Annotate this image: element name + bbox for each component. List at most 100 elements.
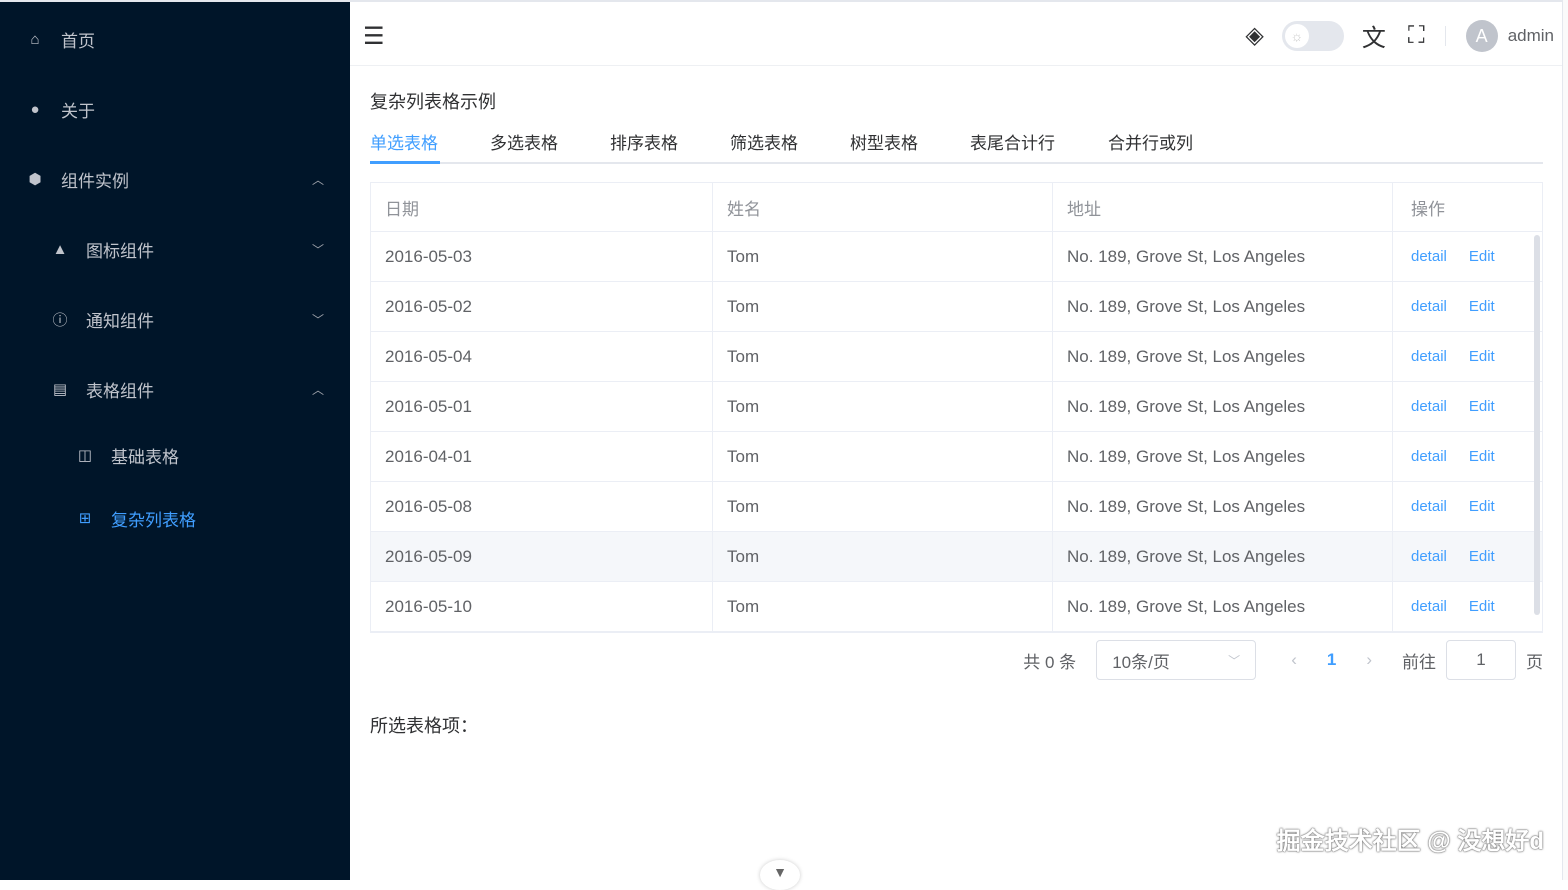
dark-mode-toggle[interactable]: ☼ xyxy=(1281,20,1344,51)
table-scrollbar[interactable] xyxy=(1534,235,1540,615)
fullscreen-icon[interactable]: ⛶ xyxy=(1408,22,1425,50)
detail-link[interactable]: detail xyxy=(1411,248,1447,265)
next-page-button[interactable]: › xyxy=(1366,650,1372,670)
sidebar-item-complex-table[interactable]: ⊞ 复杂列表格 xyxy=(0,498,350,538)
username[interactable]: admin xyxy=(1508,26,1554,46)
table-icon: ▤ xyxy=(52,381,68,398)
cell-address: No. 189, Grove St, Los Angeles xyxy=(1053,582,1393,631)
edit-link[interactable]: Edit xyxy=(1469,448,1495,465)
column-address: 地址 xyxy=(1053,183,1393,231)
detail-link[interactable]: detail xyxy=(1411,348,1447,365)
chevron-up-icon: ︿ xyxy=(311,172,324,187)
tab-bar: 单选表格 多选表格 排序表格 筛选表格 树型表格 表尾合计行 合并行或列 xyxy=(370,126,1543,164)
cell-name: Tom xyxy=(713,432,1053,481)
cell-name: Tom xyxy=(713,582,1053,631)
chevron-down-icon: ﹀ xyxy=(311,312,324,327)
edit-link[interactable]: Edit xyxy=(1469,248,1495,265)
sidebar-item-notify[interactable]: ⓘ 通知组件 ﹀ xyxy=(0,299,350,339)
cell-address: No. 189, Grove St, Los Angeles xyxy=(1053,532,1393,581)
chevron-up-icon: ︿ xyxy=(311,382,324,397)
tab-single[interactable]: 单选表格 xyxy=(370,129,438,154)
sidebar-item-about[interactable]: ● 关于 xyxy=(0,89,350,129)
column-name: 姓名 xyxy=(713,183,1053,231)
cell-name: Tom xyxy=(713,382,1053,431)
cell-date: 2016-05-04 xyxy=(371,332,713,381)
total-count: 共 0 条 xyxy=(1023,652,1077,672)
selected-items-label: 所选表格项： xyxy=(370,716,478,736)
table-row[interactable]: 2016-05-09 Tom No. 189, Grove St, Los An… xyxy=(371,532,1542,582)
detail-link[interactable]: detail xyxy=(1411,598,1447,615)
detail-link[interactable]: detail xyxy=(1411,498,1447,515)
table-row[interactable]: 2016-05-04 Tom No. 189, Grove St, Los An… xyxy=(371,332,1542,382)
sidebar-item-tables[interactable]: ▤ 表格组件 ︿ xyxy=(0,369,350,409)
page-title: 复杂列表格示例 xyxy=(370,92,496,112)
cell-address: No. 189, Grove St, Los Angeles xyxy=(1053,332,1393,381)
sidebar-item-icons[interactable]: ▲ 图标组件 ﹀ xyxy=(0,229,350,269)
column-date: 日期 xyxy=(371,183,713,231)
edit-link[interactable]: Edit xyxy=(1469,348,1495,365)
detail-link[interactable]: detail xyxy=(1411,398,1447,415)
cell-address: No. 189, Grove St, Los Angeles xyxy=(1053,432,1393,481)
edit-link[interactable]: Edit xyxy=(1469,598,1495,615)
tab-merge[interactable]: 合并行或列 xyxy=(1108,129,1193,154)
cell-name: Tom xyxy=(713,232,1053,281)
tab-filter[interactable]: 筛选表格 xyxy=(730,129,798,154)
table-row[interactable]: 2016-05-03 Tom No. 189, Grove St, Los An… xyxy=(371,232,1542,282)
cell-address: No. 189, Grove St, Los Angeles xyxy=(1053,282,1393,331)
cell-name: Tom xyxy=(713,282,1053,331)
table-row[interactable]: 2016-05-02 Tom No. 189, Grove St, Los An… xyxy=(371,282,1542,332)
table-row[interactable]: 2016-04-01 Tom No. 189, Grove St, Los An… xyxy=(371,432,1542,482)
current-page[interactable]: 1 xyxy=(1327,650,1336,670)
tab-summary[interactable]: 表尾合计行 xyxy=(970,129,1055,154)
chevron-down-icon: ﹀ xyxy=(311,242,324,257)
watermark: 掘金技术社区 @ 没想好d xyxy=(1276,828,1544,855)
cell-name: Tom xyxy=(713,332,1053,381)
edit-link[interactable]: Edit xyxy=(1469,298,1495,315)
cell-date: 2016-05-10 xyxy=(371,582,713,631)
detail-link[interactable]: detail xyxy=(1411,298,1447,315)
goto-page-input[interactable]: 1 xyxy=(1446,640,1516,680)
tab-tree[interactable]: 树型表格 xyxy=(850,129,918,154)
detail-link[interactable]: detail xyxy=(1411,548,1447,565)
edit-link[interactable]: Edit xyxy=(1469,548,1495,565)
edit-link[interactable]: Edit xyxy=(1469,398,1495,415)
cell-name: Tom xyxy=(713,482,1053,531)
prev-page-button[interactable]: ‹ xyxy=(1291,650,1297,670)
shapes-icon: ▲ xyxy=(52,240,68,258)
page-size-value: 10条/页 xyxy=(1112,652,1170,672)
cell-date: 2016-05-03 xyxy=(371,232,713,281)
home-icon: ⌂ xyxy=(30,30,40,48)
goto-label: 前往 xyxy=(1402,652,1436,672)
table-row[interactable]: 2016-05-01 Tom No. 189, Grove St, Los An… xyxy=(371,382,1542,432)
cell-date: 2016-05-01 xyxy=(371,382,713,431)
edit-link[interactable]: Edit xyxy=(1469,498,1495,515)
page-size-select[interactable]: 10条/页 ﹀ xyxy=(1096,640,1257,680)
tab-sort[interactable]: 排序表格 xyxy=(610,129,678,154)
theme-brush-icon[interactable]: ◈ xyxy=(1245,21,1263,50)
tab-active-indicator xyxy=(370,161,440,164)
detail-link[interactable]: detail xyxy=(1411,448,1447,465)
cell-name: Tom xyxy=(713,532,1053,581)
vue-devtools-icon[interactable]: ▼ xyxy=(760,860,800,890)
sidebar-item-basic-table[interactable]: ◫ 基础表格 xyxy=(0,435,350,475)
divider xyxy=(1444,25,1446,46)
avatar[interactable]: A xyxy=(1465,19,1498,52)
page-unit: 页 xyxy=(1526,652,1543,672)
main: ☰ ◈ ☼ 文 ⛶ A admin 复杂列表格示例 单选表格 多选表格 排序表格… xyxy=(350,0,1568,890)
table-row[interactable]: 2016-05-10 Tom No. 189, Grove St, Los An… xyxy=(371,582,1542,632)
sidebar: ⌂ 首页 ● 关于 ⬢ 组件实例 ︿ ▲ 图标组件 ﹀ ⓘ 通知组件 ﹀ ▤ 表格组件 ︿ ◫ 基础表… xyxy=(0,0,350,880)
cube-icon: ⬢ xyxy=(28,171,42,188)
header: ☰ ◈ ☼ 文 ⛶ A admin xyxy=(350,0,1568,66)
table-row[interactable]: 2016-05-08 Tom No. 189, Grove St, Los An… xyxy=(371,482,1542,532)
translate-icon[interactable]: 文 xyxy=(1362,18,1386,53)
sidebar-item-components[interactable]: ⬢ 组件实例 ︿ xyxy=(0,159,350,199)
data-table: 日期 姓名 地址 操作 2016-05-03 Tom No. 189, Grov… xyxy=(370,182,1543,633)
sidebar-item-home[interactable]: ⌂ 首页 xyxy=(0,19,350,59)
tab-multi[interactable]: 多选表格 xyxy=(490,129,558,154)
grid-icon: ⊞ xyxy=(78,510,92,527)
page-scrollbar[interactable] xyxy=(1562,0,1568,880)
table-icon: ◫ xyxy=(77,447,93,464)
user-icon: ● xyxy=(30,100,40,118)
sun-icon: ☼ xyxy=(1284,23,1309,48)
menu-collapse-icon[interactable]: ☰ xyxy=(363,22,385,51)
